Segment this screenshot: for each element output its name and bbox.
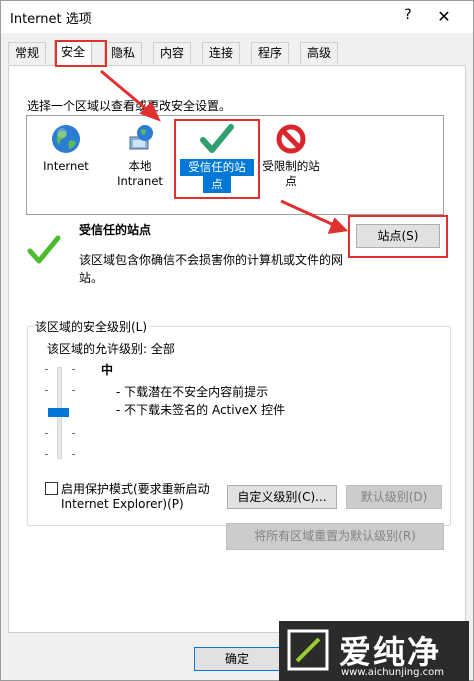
watermark: 爱纯净 www.aichunjing.com (279, 621, 469, 681)
annotation-box-security-tab (55, 40, 107, 67)
watermark-logo-icon (287, 629, 329, 671)
watermark-url: www.aichunjing.com (341, 667, 444, 678)
annotation-arrow (280, 199, 337, 228)
annotation-arrow (100, 69, 152, 115)
annotation-arrows (100, 69, 349, 234)
annotation-arrow-head (327, 217, 349, 234)
internet-options-dialog: Internet 选项 ? ✕ 常规 安全 隐私 内容 连接 程序 高级 选择一… (0, 0, 474, 681)
